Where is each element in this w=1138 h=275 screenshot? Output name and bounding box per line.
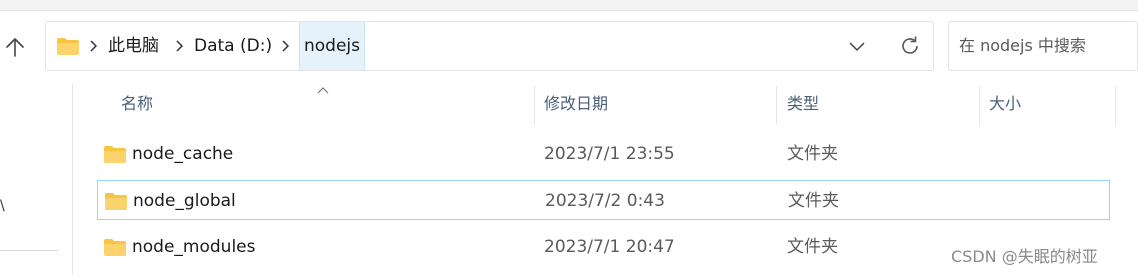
chevron-down-icon (849, 42, 865, 52)
breadcrumb-data-drive[interactable]: Data (D:) (194, 22, 272, 70)
column-header-type[interactable]: 类型 (787, 84, 819, 124)
file-type: 文件夹 (787, 237, 838, 257)
watermark-text: CSDN @失眠的树亚 (951, 247, 1098, 266)
file-row[interactable]: node_cache 2023/7/1 23:55 文件夹 (97, 134, 1110, 174)
column-resize-handle[interactable] (1115, 86, 1116, 124)
chevron-right-icon[interactable] (172, 36, 186, 56)
up-arrow-icon (6, 38, 24, 57)
refresh-button[interactable] (898, 34, 922, 62)
address-bar[interactable]: 此电脑 Data (D:) nodejs (45, 21, 934, 71)
refresh-icon (902, 36, 918, 54)
column-header-row: 名称 修改日期 类型 大小 (73, 84, 1123, 124)
breadcrumb-this-pc[interactable]: 此电脑 (108, 22, 159, 70)
navigation-pane-item[interactable]: \ (0, 198, 5, 214)
column-resize-handle[interactable] (979, 86, 980, 124)
file-type: 文件夹 (788, 191, 839, 211)
column-header-date[interactable]: 修改日期 (544, 84, 608, 124)
breadcrumb-nodejs[interactable]: nodejs (299, 22, 366, 70)
file-name[interactable]: node_modules (132, 227, 256, 267)
chevron-right-icon[interactable] (86, 36, 100, 56)
file-type: 文件夹 (787, 144, 838, 164)
search-input[interactable]: 在 nodejs 中搜索 (959, 22, 1086, 70)
file-modified-date: 2023/7/2 0:43 (545, 191, 665, 211)
file-modified-date: 2023/7/1 23:55 (544, 144, 675, 164)
folder-icon (104, 239, 126, 256)
file-name[interactable]: node_global (133, 181, 236, 221)
file-modified-date: 2023/7/1 20:47 (544, 237, 675, 257)
chevron-right-icon[interactable] (278, 36, 292, 56)
navigation-pane-separator (0, 250, 58, 251)
column-header-name[interactable]: 名称 (121, 84, 153, 124)
search-box[interactable]: 在 nodejs 中搜索 (948, 21, 1138, 71)
column-header-size[interactable]: 大小 (989, 84, 1021, 124)
folder-icon (104, 146, 126, 163)
file-name[interactable]: node_cache (132, 134, 233, 174)
folder-icon (105, 193, 127, 210)
file-row-selected[interactable]: node_global 2023/7/2 0:43 文件夹 (97, 180, 1110, 220)
up-button[interactable] (0, 30, 30, 64)
window-top-strip (0, 0, 1138, 11)
column-resize-handle[interactable] (534, 86, 535, 124)
column-resize-handle[interactable] (776, 86, 777, 124)
folder-icon (57, 38, 79, 55)
address-dropdown-button[interactable] (848, 37, 866, 59)
